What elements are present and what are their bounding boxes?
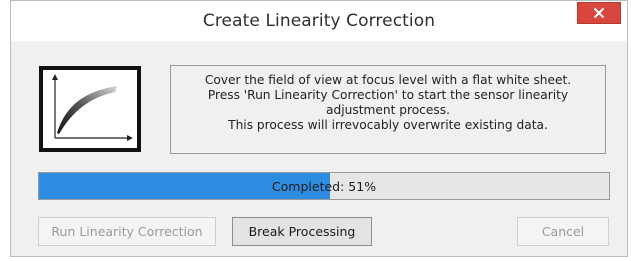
run-linearity-correction-button[interactable]: Run Linearity Correction bbox=[38, 217, 216, 246]
close-icon bbox=[593, 7, 605, 19]
dialog-title: Create Linearity Correction bbox=[202, 11, 436, 31]
message-line-2: Press 'Run Linearity Correction' to star… bbox=[207, 88, 569, 117]
dialog-body: Cover the field of view at focus level w… bbox=[12, 41, 627, 255]
title-bar: Create Linearity Correction bbox=[11, 1, 627, 41]
instruction-message: Cover the field of view at focus level w… bbox=[170, 65, 606, 154]
cancel-button[interactable]: Cancel bbox=[517, 217, 609, 246]
message-line-1: Cover the field of view at focus level w… bbox=[204, 73, 572, 87]
close-button[interactable] bbox=[577, 2, 621, 24]
dialog-window: Create Linearity Correction Cover the fi… bbox=[10, 0, 628, 257]
break-processing-button[interactable]: Break Processing bbox=[232, 217, 372, 246]
progress-label: Completed: 51% bbox=[271, 179, 377, 194]
linearity-curve-icon bbox=[39, 66, 141, 152]
message-line-3: This process will irrevocably overwrite … bbox=[228, 118, 548, 132]
progress-bar: Completed: 51% bbox=[38, 172, 610, 200]
